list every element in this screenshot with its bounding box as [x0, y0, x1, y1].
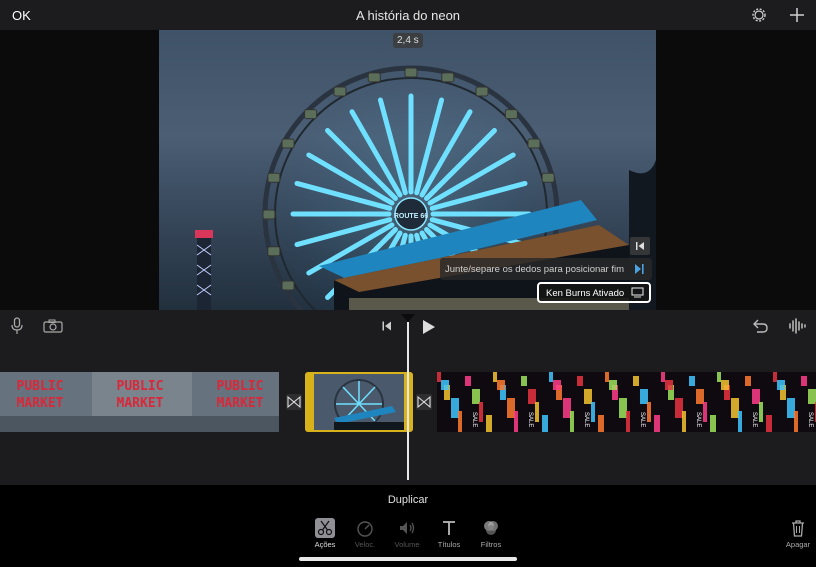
project-title: A história do neon [355, 8, 461, 23]
tool-speed[interactable]: Veloc. [343, 518, 387, 549]
clip-sign-text: MARKET [217, 396, 264, 411]
clip-duration: 2,4 s [393, 33, 423, 48]
clip-neon-sign-text: SALE [695, 412, 701, 427]
transition-icon[interactable] [416, 394, 432, 410]
filters-icon [481, 518, 501, 538]
clip-neon-sign-text: SALE [527, 412, 533, 427]
home-indicator [299, 557, 517, 561]
waveform-icon[interactable] [788, 318, 806, 334]
ken-burns-label: Ken Burns Ativado [546, 288, 625, 299]
clip-neon-street[interactable]: SALE SALE SALE SALE SALE SALE SALE [437, 372, 816, 432]
skip-to-start-icon[interactable] [381, 320, 393, 332]
tool-speed-label: Veloc. [354, 540, 376, 549]
delete-button[interactable]: Apagar [776, 518, 816, 549]
tool-actions-label: Ações [314, 540, 336, 549]
plus-icon[interactable] [788, 6, 806, 24]
undo-icon[interactable] [751, 318, 769, 334]
playhead[interactable] [407, 322, 409, 480]
top-bar: OK A história do neon [0, 0, 816, 30]
play-icon[interactable] [421, 319, 437, 335]
transition-icon[interactable] [286, 394, 302, 410]
tool-filters[interactable]: Filtros [469, 518, 513, 549]
clip-selected-ferris-wheel[interactable] [305, 372, 413, 432]
clip-sign-text: PUBLIC [117, 379, 164, 394]
tool-volume[interactable]: Volume [385, 518, 429, 549]
clip-sign-text: PUBLIC [17, 379, 64, 394]
speedometer-icon [355, 518, 375, 538]
text-icon [439, 518, 459, 538]
camera-icon[interactable] [43, 319, 63, 333]
tool-titles-label: Títulos [437, 540, 461, 549]
wheel-hub-sign: ROUTE 66 [394, 213, 428, 220]
clip-sign-text: MARKET [117, 396, 164, 411]
clip-sign-text: MARKET [17, 396, 64, 411]
hint-text: Junte/separe os dedos para posicionar fi… [445, 264, 625, 275]
scissors-icon [315, 518, 335, 538]
tool-titles[interactable]: Títulos [427, 518, 471, 549]
speaker-icon [397, 518, 417, 538]
clip-neon-sign-text: SALE [583, 412, 589, 427]
delete-label: Apagar [785, 540, 811, 549]
clip-sign-text: PUBLIC [217, 379, 264, 394]
frame-icon [631, 287, 644, 298]
duplicate-button[interactable]: Duplicar [0, 494, 816, 506]
skip-to-start-frame-icon[interactable] [630, 237, 650, 255]
tool-volume-label: Volume [394, 540, 420, 549]
gear-icon[interactable] [750, 6, 768, 24]
clip-public-market[interactable]: PUBLIC MARKET PUBLIC MARKET PUBLIC MARKET [0, 372, 279, 432]
playhead-notch [401, 314, 415, 322]
ken-burns-hint: Junte/separe os dedos para posicionar fi… [440, 258, 652, 280]
tool-actions[interactable]: Ações [303, 518, 347, 549]
clip-neon-sign-text: SALE [639, 412, 645, 427]
clip-neon-sign-text: SALE [751, 412, 757, 427]
end-frame-icon[interactable] [633, 263, 647, 275]
trash-icon [788, 518, 808, 538]
tool-filters-label: Filtros [480, 540, 502, 549]
clip-neon-sign-text: SALE [807, 412, 813, 427]
clip-neon-sign-text: SALE [471, 412, 477, 427]
ken-burns-toggle[interactable]: Ken Burns Ativado [537, 282, 651, 303]
microphone-icon[interactable] [10, 317, 24, 335]
